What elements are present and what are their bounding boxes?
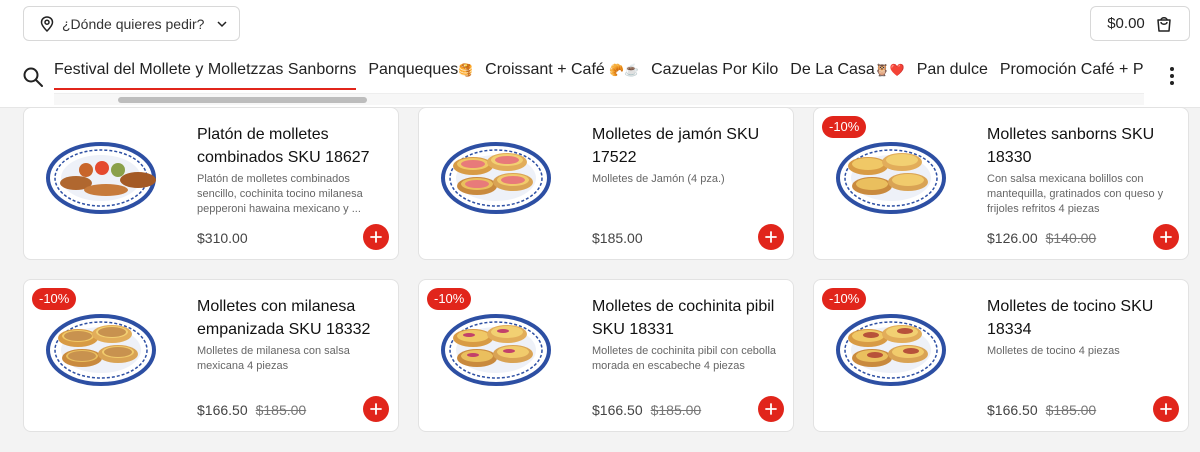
product-price: $185.00 bbox=[592, 230, 643, 246]
top-bar: ¿Dónde quieres pedir? $0.00 Festival del… bbox=[0, 0, 1200, 108]
add-to-cart-button[interactable] bbox=[363, 396, 389, 422]
product-title: Molletes de tocino SKU 18334 bbox=[987, 298, 1154, 338]
product-title: Molletes de cochinita pibil SKU 18331 bbox=[592, 298, 775, 338]
tab-label: De La Casa bbox=[790, 61, 875, 78]
price-row: $126.00 $140.00 bbox=[987, 230, 1096, 246]
product-title: Molletes con milanesa empanizada SKU 183… bbox=[197, 298, 371, 338]
plus-icon bbox=[1160, 403, 1172, 415]
plus-icon bbox=[765, 403, 777, 415]
product-image bbox=[28, 128, 174, 218]
tab-label: Pan dulce bbox=[916, 61, 988, 78]
shopping-bag-icon bbox=[1157, 16, 1171, 32]
product-image bbox=[28, 300, 174, 390]
category-tab[interactable]: Festival del Mollete y Molletzzas Sanbor… bbox=[54, 52, 357, 90]
original-price: $185.00 bbox=[650, 402, 702, 418]
product-price: $166.50 bbox=[987, 402, 1038, 418]
dish-image bbox=[46, 314, 156, 386]
chevron-down-icon bbox=[217, 20, 227, 27]
category-tab[interactable]: Croissant + Café 🥐☕ bbox=[485, 52, 639, 90]
product-title: Molletes de jamón SKU 17522 bbox=[592, 126, 760, 166]
category-tab[interactable]: Promoción Café + Pan bbox=[1000, 52, 1144, 90]
original-price: $185.00 bbox=[255, 402, 307, 418]
plus-icon bbox=[1160, 231, 1172, 243]
discount-badge: -10% bbox=[822, 116, 867, 138]
dish-image bbox=[46, 142, 156, 214]
price-row: $166.50 $185.00 bbox=[197, 402, 306, 418]
scrollbar-thumb[interactable] bbox=[118, 97, 367, 103]
category-tab[interactable]: De La Casa🦉❤️ bbox=[790, 52, 904, 90]
kebab-menu-icon[interactable] bbox=[1164, 64, 1180, 88]
product-description: Molletes de Jamón (4 pza.) bbox=[592, 173, 725, 185]
tab-emoji-icon: 🦉❤️ bbox=[874, 63, 905, 77]
discount-badge: -10% bbox=[32, 288, 77, 310]
plus-icon bbox=[370, 403, 382, 415]
product-image bbox=[423, 300, 569, 390]
product-card[interactable]: Molletes de jamón SKU 17522 Molletes de J… bbox=[418, 107, 794, 260]
tab-label: Cazuelas Por Kilo bbox=[651, 61, 779, 78]
tab-label: Festival del Mollete y Molletzzas Sanbor… bbox=[54, 61, 357, 78]
map-pin-icon bbox=[40, 15, 54, 32]
cart-total: $0.00 bbox=[1107, 15, 1145, 32]
product-description: Con salsa mexicana bolillos con mantequi… bbox=[987, 173, 1164, 215]
original-price: $140.00 bbox=[1045, 230, 1097, 246]
price-row: $166.50 $185.00 bbox=[987, 402, 1096, 418]
location-placeholder: ¿Dónde quieres pedir? bbox=[62, 15, 205, 32]
product-description: Platón de molletes combinados sencillo, … bbox=[197, 173, 363, 215]
original-price: $185.00 bbox=[1045, 402, 1097, 418]
cart-button[interactable]: $0.00 bbox=[1090, 6, 1190, 41]
product-card[interactable]: -10% Molletes de tocino SKU 18334 Molletes… bbox=[813, 279, 1189, 432]
tab-emoji-icon: 🥐☕ bbox=[609, 63, 640, 77]
product-description: Molletes de milanesa con salsa mexicana … bbox=[197, 345, 350, 372]
dish-image bbox=[441, 142, 551, 214]
add-to-cart-button[interactable] bbox=[1153, 396, 1179, 422]
tab-emoji-icon: 🥞 bbox=[458, 63, 474, 77]
category-tab[interactable]: Cazuelas Por Kilo bbox=[651, 52, 778, 90]
product-price: $166.50 bbox=[592, 402, 643, 418]
product-price: $126.00 bbox=[987, 230, 1038, 246]
product-description: Molletes de tocino 4 piezas bbox=[987, 345, 1120, 357]
plus-icon bbox=[370, 231, 382, 243]
dish-image bbox=[836, 314, 946, 386]
tab-label: Promoción Café + Pan bbox=[999, 61, 1144, 78]
tabs-scrollbar[interactable] bbox=[54, 93, 1144, 105]
price-row: $310.00 bbox=[197, 230, 248, 246]
product-title: Molletes sanborns SKU 18330 bbox=[987, 126, 1155, 166]
dish-image bbox=[441, 314, 551, 386]
product-price: $166.50 bbox=[197, 402, 248, 418]
product-image bbox=[818, 300, 964, 390]
add-to-cart-button[interactable] bbox=[758, 224, 784, 250]
plus-icon bbox=[765, 231, 777, 243]
add-to-cart-button[interactable] bbox=[363, 224, 389, 250]
product-price: $310.00 bbox=[197, 230, 248, 246]
product-image bbox=[423, 128, 569, 218]
discount-badge: -10% bbox=[822, 288, 867, 310]
discount-badge: -10% bbox=[427, 288, 472, 310]
add-to-cart-button[interactable] bbox=[1153, 224, 1179, 250]
product-card[interactable]: Platón de molletes combinados SKU 18627 P… bbox=[23, 107, 399, 260]
tab-label: Panqueques bbox=[368, 61, 459, 78]
product-card[interactable]: -10% Molletes sanborns SKU 18330 Con salsa… bbox=[813, 107, 1189, 260]
category-tab[interactable]: Pan dulce bbox=[917, 52, 988, 90]
price-row: $166.50 $185.00 bbox=[592, 402, 701, 418]
location-selector[interactable]: ¿Dónde quieres pedir? bbox=[23, 6, 240, 41]
search-icon[interactable] bbox=[22, 66, 44, 88]
price-row: $185.00 bbox=[592, 230, 643, 246]
product-title: Platón de molletes combinados SKU 18627 bbox=[197, 126, 370, 166]
category-tabs: Festival del Mollete y Molletzzas Sanbor… bbox=[54, 52, 1144, 96]
product-card[interactable]: -10% Molletes con milanesa empanizada SKU… bbox=[23, 279, 399, 432]
product-card[interactable]: -10% Molletes de cochinita pibil SKU 1833… bbox=[418, 279, 794, 432]
add-to-cart-button[interactable] bbox=[758, 396, 784, 422]
dish-image bbox=[836, 142, 946, 214]
category-tab[interactable]: Panqueques🥞 bbox=[368, 52, 473, 90]
tab-label: Croissant + Café bbox=[485, 61, 610, 78]
product-image bbox=[818, 128, 964, 218]
product-description: Molletes de cochinita pibil con cebolla … bbox=[592, 345, 777, 372]
